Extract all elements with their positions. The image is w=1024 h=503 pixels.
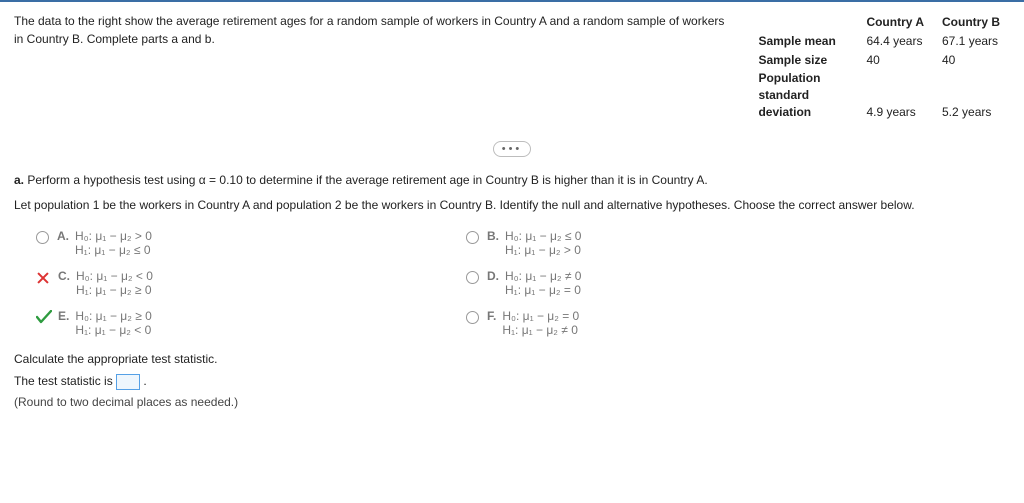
h1: H₁: μ₁ − μ₂ > 0 [505, 243, 581, 257]
option-d[interactable]: D. H₀: μ₁ − μ₂ ≠ 0 H₁: μ₁ − μ₂ = 0 [466, 269, 856, 297]
ellipsis-icon: ••• [493, 141, 532, 157]
cell-a: 40 [858, 52, 932, 69]
option-letter: A. [57, 229, 69, 243]
calc-heading: Calculate the appropriate test statistic… [14, 349, 1010, 371]
h1: H₁: μ₁ − μ₂ = 0 [505, 283, 581, 297]
option-letter: C. [58, 269, 70, 283]
h1: H₁: μ₁ − μ₂ ≠ 0 [502, 323, 578, 337]
col-header-a: Country A [858, 14, 932, 31]
stat-suffix: . [143, 374, 146, 388]
option-body: H₀: μ₁ − μ₂ ≠ 0 H₁: μ₁ − μ₂ = 0 [505, 269, 581, 297]
option-letter: E. [58, 309, 69, 323]
correct-icon [36, 310, 52, 324]
option-letter: F. [487, 309, 496, 323]
h1: H₁: μ₁ − μ₂ < 0 [75, 323, 151, 337]
h0: H₀: μ₁ − μ₂ ≤ 0 [505, 229, 581, 243]
h1: H₁: μ₁ − μ₂ ≤ 0 [75, 243, 151, 257]
cell-b: 40 [934, 52, 1008, 69]
cell-a: 4.9 years [858, 70, 932, 120]
row-label: Sample size [750, 52, 856, 69]
h0: H₀: μ₁ − μ₂ < 0 [76, 269, 153, 283]
h1: H₁: μ₁ − μ₂ ≥ 0 [76, 283, 152, 297]
top-row: The data to the right show the average r… [14, 12, 1010, 123]
h0: H₀: μ₁ − μ₂ ≠ 0 [505, 269, 581, 283]
option-body: H₀: μ₁ − μ₂ > 0 H₁: μ₁ − μ₂ ≤ 0 [75, 229, 152, 257]
option-f[interactable]: F. H₀: μ₁ − μ₂ = 0 H₁: μ₁ − μ₂ ≠ 0 [466, 309, 856, 337]
radio-icon [466, 271, 479, 284]
options-grid: A. H₀: μ₁ − μ₂ > 0 H₁: μ₁ − μ₂ ≤ 0 B. H₀… [36, 229, 856, 337]
h0: H₀: μ₁ − μ₂ ≥ 0 [75, 309, 151, 323]
col-header-b: Country B [934, 14, 1008, 31]
option-body: H₀: μ₁ − μ₂ < 0 H₁: μ₁ − μ₂ ≥ 0 [76, 269, 153, 297]
option-letter: D. [487, 269, 499, 283]
data-table: Country A Country B Sample mean 64.4 yea… [748, 12, 1010, 123]
expand-dots[interactable]: ••• [14, 141, 1010, 157]
radio-icon [466, 311, 479, 324]
rounding-note: (Round to two decimal places as needed.) [14, 392, 1010, 414]
option-a[interactable]: A. H₀: μ₁ − μ₂ > 0 H₁: μ₁ − μ₂ ≤ 0 [36, 229, 426, 257]
prompt-text: The data to the right show the average r… [14, 12, 748, 48]
option-body: H₀: μ₁ − μ₂ = 0 H₁: μ₁ − μ₂ ≠ 0 [502, 309, 579, 337]
radio-icon [36, 231, 49, 244]
h0: H₀: μ₁ − μ₂ = 0 [502, 309, 579, 323]
test-statistic-input[interactable] [116, 374, 140, 390]
radio-icon [466, 231, 479, 244]
part-a-text: Perform a hypothesis test using α = 0.10… [27, 173, 707, 187]
option-letter: B. [487, 229, 499, 243]
cell-a: 64.4 years [858, 33, 932, 50]
option-body: H₀: μ₁ − μ₂ ≥ 0 H₁: μ₁ − μ₂ < 0 [75, 309, 151, 337]
row-label: Sample mean [750, 33, 856, 50]
option-body: H₀: μ₁ − μ₂ ≤ 0 H₁: μ₁ − μ₂ > 0 [505, 229, 581, 257]
test-statistic-line: The test statistic is . [14, 371, 1010, 393]
cell-b: 67.1 years [934, 33, 1008, 50]
row-label: Population standard deviation [750, 70, 856, 120]
h0: H₀: μ₁ − μ₂ > 0 [75, 229, 152, 243]
stat-prefix: The test statistic is [14, 374, 116, 388]
part-a-intro: a. Perform a hypothesis test using α = 0… [14, 171, 1010, 190]
question-container: The data to the right show the average r… [0, 0, 1024, 434]
part-a-label: a. [14, 173, 24, 187]
calc-section: Calculate the appropriate test statistic… [14, 349, 1010, 414]
cell-b: 5.2 years [934, 70, 1008, 120]
option-b[interactable]: B. H₀: μ₁ − μ₂ ≤ 0 H₁: μ₁ − μ₂ > 0 [466, 229, 856, 257]
option-c[interactable]: C. H₀: μ₁ − μ₂ < 0 H₁: μ₁ − μ₂ ≥ 0 [36, 269, 426, 297]
wrong-icon [36, 271, 50, 285]
part-a-sub: Let population 1 be the workers in Count… [14, 196, 1010, 215]
option-e[interactable]: E. H₀: μ₁ − μ₂ ≥ 0 H₁: μ₁ − μ₂ < 0 [36, 309, 426, 337]
